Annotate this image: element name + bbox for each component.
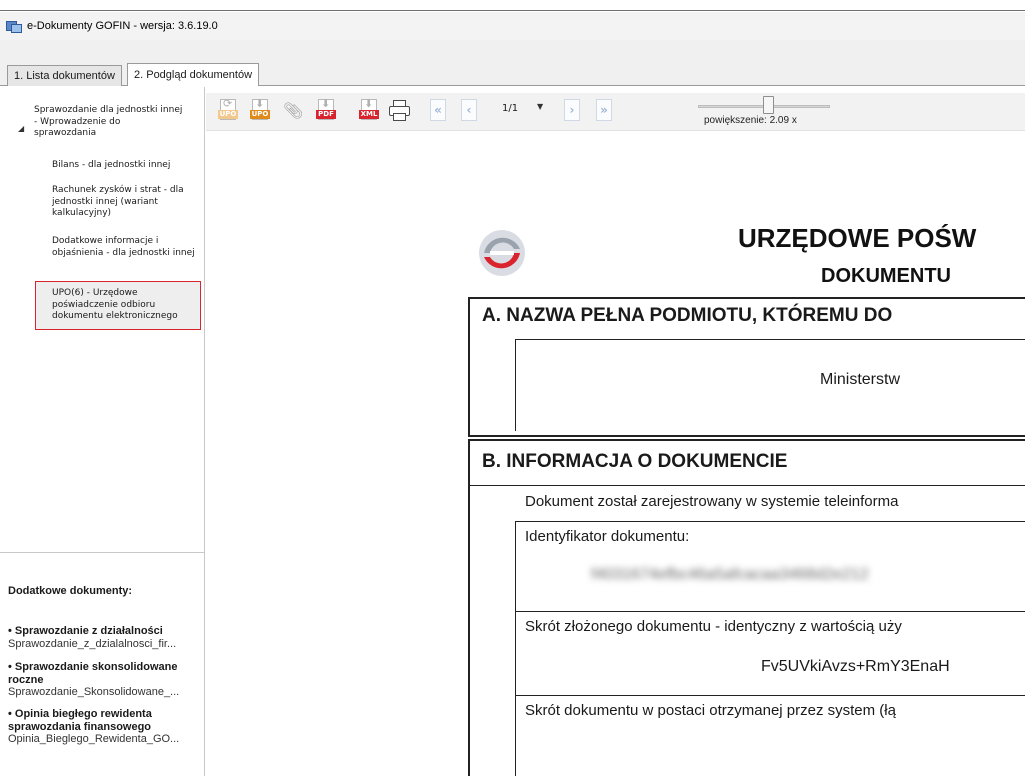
extra-doc-name: • Opinia biegłego rewidenta sprawozdania…: [8, 708, 152, 733]
prev-page-icon: ‹: [466, 103, 472, 117]
document-view[interactable]: URZĘDOWE POŚW DOKUMENTU A. NAZWA PEŁNA P…: [206, 131, 1025, 776]
extra-doc-file: Opinia_Bieglego_Rewidenta_GO...: [8, 733, 180, 745]
tree-item-rachunek[interactable]: Rachunek zysków i strat - dla jednostki …: [52, 185, 202, 220]
preview-toolbar: ⟳ UPO ⬇ UPO 📎︎ ⬇ PDF ⬇ XML « ‹ 1/1 ▼ › »…: [206, 93, 1025, 131]
document-heading: URZĘDOWE POŚW: [738, 223, 977, 253]
extra-doc-item[interactable]: • Opinia biegłego rewidenta sprawozdania…: [8, 708, 200, 746]
extra-doc-item[interactable]: • Sprawozdanie skonsolidowane roczne Spr…: [8, 661, 200, 699]
tree-expand-icon[interactable]: ◢: [18, 124, 24, 133]
field-received-hash: Skrót dokumentu w postaci otrzymanej prz…: [515, 695, 1025, 776]
recipient-name: Ministerstw: [820, 371, 901, 388]
title-bar: e-Dokumenty GOFIN - wersja: 3.6.19.0: [0, 12, 1025, 40]
prev-page-button[interactable]: ‹: [459, 99, 479, 123]
tree-item-bilans[interactable]: Bilans - dla jednostki innej: [52, 160, 202, 172]
tab-document-list[interactable]: 1. Lista dokumentów: [7, 65, 122, 86]
upo-download-button[interactable]: ⬇ UPO: [249, 97, 271, 123]
tree-item-intro[interactable]: Sprawozdanie dla jednostki innej - Wprow…: [34, 105, 184, 140]
edeklaracje-logo: [479, 230, 525, 276]
sidebar: Sprawozdanie dla jednostki innej - Wprow…: [0, 87, 205, 776]
field-label: Identyfikator dokumentu:: [525, 528, 690, 545]
tree-item-dodatkowe-informacje[interactable]: Dodatkowe informacje i objaśnienia - dla…: [52, 236, 202, 259]
print-button[interactable]: [388, 98, 410, 124]
window-title: e-Dokumenty GOFIN - wersja: 3.6.19.0: [27, 20, 218, 32]
field-label: Skrót dokumentu w postaci otrzymanej prz…: [525, 702, 896, 719]
zoom-label: powiększenie: 2.09 x: [704, 115, 797, 126]
extra-documents-panel: Dodatkowe dokumenty: • Sprawozdanie z dz…: [0, 552, 204, 776]
last-page-icon: »: [600, 103, 608, 117]
section-b-intro: Dokument został zarejestrowany w systemi…: [525, 493, 899, 510]
section-a-title: A. NAZWA PEŁNA PODMIOTU, KTÓREMU DO: [482, 305, 893, 326]
field-document-hash: Skrót złożonego dokumentu - identyczny z…: [515, 611, 1025, 695]
upo-refresh-button[interactable]: ⟳ UPO: [217, 97, 239, 123]
document-subheading: DOKUMENTU: [821, 265, 951, 287]
first-page-button[interactable]: «: [428, 99, 448, 123]
section-b: B. INFORMACJA O DOKUMENCIE Dokument zost…: [468, 439, 1025, 776]
app-icon: [6, 19, 22, 33]
next-page-icon: ›: [569, 103, 575, 117]
next-page-button[interactable]: ›: [562, 99, 582, 123]
field-label: Skrót złożonego dokumentu - identyczny z…: [525, 618, 902, 635]
extra-doc-item[interactable]: • Sprawozdanie z działalności Sprawozdan…: [8, 625, 200, 650]
tab-document-preview[interactable]: 2. Podgląd dokumentów: [127, 63, 260, 86]
paperclip-icon: 📎︎: [283, 101, 304, 120]
section-b-title: B. INFORMACJA O DOKUMENCIE: [482, 451, 788, 472]
extra-doc-file: Sprawozdanie_z_dzialalnosci_fir...: [8, 637, 177, 650]
window-top-edge: [0, 0, 1025, 11]
zoom-slider-thumb[interactable]: [763, 96, 774, 114]
tree-item-upo[interactable]: UPO(6) - Urzędowe poświadczenie odbioru …: [52, 288, 202, 323]
extra-documents-title: Dodatkowe dokumenty:: [8, 585, 133, 597]
preview-pane: ⟳ UPO ⬇ UPO 📎︎ ⬇ PDF ⬇ XML « ‹ 1/1 ▼ › »…: [206, 87, 1025, 776]
extra-doc-name: • Sprawozdanie skonsolidowane roczne: [8, 661, 178, 686]
extra-doc-name: • Sprawozdanie z działalności: [8, 625, 163, 637]
section-a: A. NAZWA PEŁNA PODMIOTU, KTÓREMU DO Mini…: [468, 297, 1025, 437]
pdf-download-button[interactable]: ⬇ PDF: [315, 97, 337, 123]
document-id-value: f4031674efbc46a5afcacaa3468d2e212: [591, 566, 869, 583]
page-indicator[interactable]: 1/1: [502, 103, 518, 114]
tab-strip: 1. Lista dokumentów 2. Podgląd dokumentó…: [0, 40, 1025, 86]
last-page-button[interactable]: »: [594, 99, 614, 123]
field-document-id: Identyfikator dokumentu: f4031674efbc46a…: [515, 521, 1025, 611]
page-dropdown-icon[interactable]: ▼: [537, 102, 543, 111]
extra-doc-file: Sprawozdanie_Skonsolidowane_...: [8, 686, 180, 698]
first-page-icon: «: [434, 103, 442, 117]
attachment-button[interactable]: 📎︎: [283, 101, 305, 127]
document-hash-value: Fv5UVkiAvzs+RmY3EnaH: [761, 658, 950, 675]
xml-download-button[interactable]: ⬇ XML: [358, 97, 380, 123]
